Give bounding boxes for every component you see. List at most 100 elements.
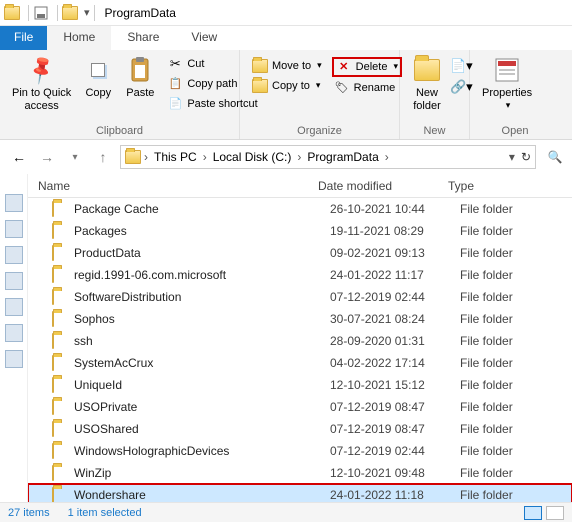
tab-home[interactable]: Home — [47, 26, 111, 50]
chevron-down-icon: ▾ — [317, 60, 322, 72]
view-large-icons-button[interactable] — [546, 506, 564, 520]
address-bar[interactable]: This PC Local Disk (C:) ProgramData ▾ ↻ — [120, 145, 536, 169]
row-name: ssh — [74, 334, 330, 348]
nav-history-dropdown[interactable]: ▾ — [64, 152, 86, 163]
row-type: File folder — [460, 400, 560, 414]
folder-icon — [52, 268, 68, 282]
row-type: File folder — [460, 224, 560, 238]
row-type: File folder — [460, 334, 560, 348]
row-date: 04-02-2022 17:14 — [330, 356, 460, 370]
view-details-button[interactable] — [524, 506, 542, 520]
row-name: USOShared — [74, 422, 330, 436]
copy-button[interactable]: Copy — [77, 53, 119, 102]
folder-icon — [52, 290, 68, 304]
col-date[interactable]: Date modified — [318, 179, 448, 193]
paste-button[interactable]: Paste — [119, 53, 161, 102]
table-row[interactable]: USOPrivate07-12-2019 08:47File folder — [28, 396, 572, 418]
folder-icon — [52, 202, 68, 216]
breadcrumb[interactable]: ProgramData — [307, 150, 378, 164]
nav-pane[interactable] — [0, 174, 28, 502]
new-folder-icon — [412, 55, 442, 85]
row-type: File folder — [460, 444, 560, 458]
row-name: SystemAcCrux — [74, 356, 330, 370]
row-date: 12-10-2021 09:48 — [330, 466, 460, 480]
row-type: File folder — [460, 356, 560, 370]
qa-dropdown[interactable]: ▾ — [84, 6, 90, 19]
folder-icon — [52, 378, 68, 392]
row-name: UniqueId — [74, 378, 330, 392]
copy-to-button[interactable]: Copy to▾ — [250, 77, 324, 95]
folder-icon — [52, 422, 68, 436]
rows-container: Package Cache26-10-2021 10:44File folder… — [28, 198, 572, 502]
folder-icon — [52, 246, 68, 260]
address-dropdown[interactable]: ▾ — [509, 150, 515, 164]
row-type: File folder — [460, 488, 560, 502]
properties-button[interactable]: Properties▾ — [476, 53, 538, 112]
shortcut-icon: 📄 — [167, 96, 183, 112]
delete-x-icon: ✕ — [336, 59, 352, 75]
scissors-icon — [167, 56, 183, 72]
row-type: File folder — [460, 202, 560, 216]
table-row[interactable]: ProductData09-02-2021 09:13File folder — [28, 242, 572, 264]
copy-to-icon — [252, 78, 268, 94]
column-headers[interactable]: Name Date modified Type — [28, 174, 572, 198]
table-row[interactable]: WinZip12-10-2021 09:48File folder — [28, 462, 572, 484]
folder-icon — [52, 356, 68, 370]
row-date: 19-11-2021 08:29 — [330, 224, 460, 238]
row-type: File folder — [460, 422, 560, 436]
status-selection: 1 item selected — [68, 507, 142, 519]
table-row[interactable]: regid.1991-06.com.microsoft24-01-2022 11… — [28, 264, 572, 286]
move-to-button[interactable]: Move to▾ — [250, 57, 324, 75]
tab-share[interactable]: Share — [111, 26, 175, 50]
breadcrumb[interactable]: This PC — [154, 150, 197, 164]
move-icon — [252, 58, 268, 74]
refresh-button[interactable]: ↻ — [521, 150, 531, 164]
table-row[interactable]: SystemAcCrux04-02-2022 17:14File folder — [28, 352, 572, 374]
breadcrumb[interactable]: Local Disk (C:) — [213, 150, 292, 164]
delete-button[interactable]: ✕Delete▾ — [332, 57, 402, 77]
ribbon-group-clipboard-label: Clipboard — [6, 123, 233, 137]
rename-icon: 🏷 — [334, 80, 350, 96]
nav-up-button[interactable]: ↑ — [92, 149, 114, 165]
ribbon: 📌 Pin to Quick access Copy Paste Cut 📋Co… — [0, 50, 572, 140]
qa-folder-icon[interactable] — [62, 5, 78, 21]
address-folder-icon — [125, 149, 141, 165]
table-row[interactable]: Packages19-11-2021 08:29File folder — [28, 220, 572, 242]
row-date: 26-10-2021 10:44 — [330, 202, 460, 216]
table-row[interactable]: SoftwareDistribution07-12-2019 02:44File… — [28, 286, 572, 308]
row-name: Packages — [74, 224, 330, 238]
col-name[interactable]: Name — [38, 179, 318, 193]
tab-file[interactable]: File — [0, 26, 47, 50]
qa-save-icon[interactable] — [33, 5, 49, 21]
table-row[interactable]: USOShared07-12-2019 08:47File folder — [28, 418, 572, 440]
table-row[interactable]: ssh28-09-2020 01:31File folder — [28, 330, 572, 352]
status-item-count: 27 items — [8, 507, 50, 519]
row-name: WindowsHolographicDevices — [74, 444, 330, 458]
table-row[interactable]: UniqueId12-10-2021 15:12File folder — [28, 374, 572, 396]
row-type: File folder — [460, 312, 560, 326]
table-row[interactable]: WindowsHolographicDevices07-12-2019 02:4… — [28, 440, 572, 462]
search-button[interactable]: 🔍 — [546, 150, 564, 164]
col-type[interactable]: Type — [448, 179, 548, 193]
path-icon: 📋 — [167, 76, 183, 92]
pin-icon: 📌 — [21, 49, 63, 91]
properties-icon — [492, 55, 522, 85]
address-row: ← → ▾ ↑ This PC Local Disk (C:) ProgramD… — [0, 140, 572, 174]
row-date: 30-07-2021 08:24 — [330, 312, 460, 326]
folder-icon — [52, 488, 68, 502]
tab-view[interactable]: View — [175, 26, 233, 50]
new-folder-button[interactable]: New folder — [406, 53, 448, 114]
nav-forward-button[interactable]: → — [36, 149, 58, 165]
rename-button[interactable]: 🏷Rename — [332, 79, 402, 97]
pin-to-quick-access-button[interactable]: 📌 Pin to Quick access — [6, 53, 77, 114]
table-row[interactable]: Sophos30-07-2021 08:24File folder — [28, 308, 572, 330]
status-bar: 27 items 1 item selected — [0, 502, 572, 522]
row-name: regid.1991-06.com.microsoft — [74, 268, 330, 282]
title-bar: ▾ ProgramData — [0, 0, 572, 26]
row-date: 12-10-2021 15:12 — [330, 378, 460, 392]
ribbon-group-open-label: Open — [476, 123, 554, 137]
folder-icon — [52, 444, 68, 458]
nav-back-button[interactable]: ← — [8, 149, 30, 165]
table-row[interactable]: Package Cache26-10-2021 10:44File folder — [28, 198, 572, 220]
table-row[interactable]: Wondershare24-01-2022 11:18File folder — [28, 484, 572, 502]
